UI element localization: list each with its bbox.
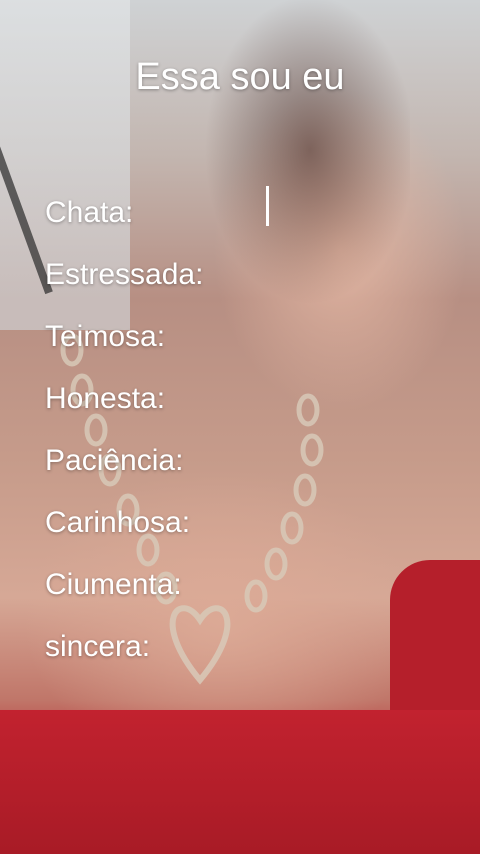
trait-teimosa: Teimosa: [45,320,166,353]
trait-honesta: Honesta: [45,382,166,415]
trait-ciumenta: Ciumenta: [45,568,182,601]
trait-list: Chata: Estressada: Teimosa: Honesta: Pac… [45,190,203,686]
dress-sleeve [390,560,480,720]
story-title: Essa sou eu [135,56,345,98]
trait-sincera: sincera: [45,630,151,663]
trait-chata: Chata: [45,196,134,229]
text-cursor [266,186,269,226]
trait-paciencia: Paciência: [45,444,184,477]
trait-carinhosa: Carinhosa: [45,506,191,539]
trait-estressada: Estressada: [45,258,204,291]
red-dress [0,710,480,854]
